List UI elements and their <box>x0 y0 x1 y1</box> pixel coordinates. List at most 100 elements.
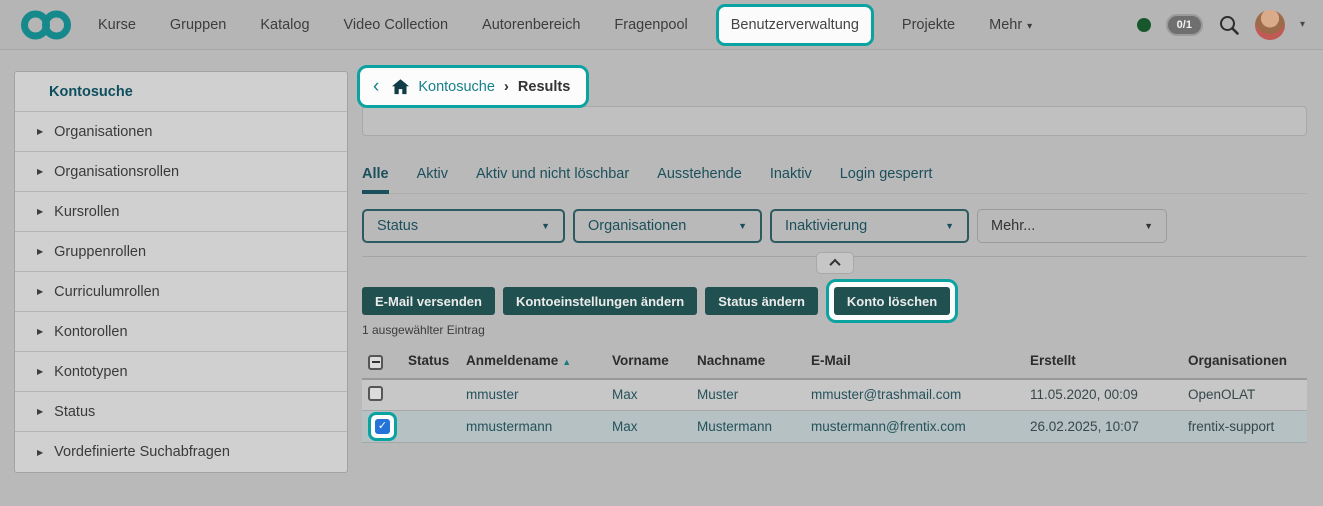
sidebar-item-kontotypen[interactable]: ▶Kontotypen <box>15 352 347 392</box>
chevron-right-icon: › <box>504 78 509 95</box>
cell-nachname: Mustermann <box>691 411 805 443</box>
cell-email[interactable]: mustermann@frentix.com <box>805 411 1024 443</box>
filter-bar: Status▼ Organisationen▼ Inaktivierung▼ M… <box>362 209 1307 243</box>
cell-nachname: Muster <box>691 379 805 411</box>
cell-anmeldename[interactable]: mmustermann <box>460 411 606 443</box>
chevron-down-icon: ▾ <box>1027 21 1032 32</box>
table-row-selected[interactable]: ✓ mmustermann Max Mustermann mustermann@… <box>362 411 1307 443</box>
nav-item-fragenpool[interactable]: Fragenpool <box>614 17 687 33</box>
sidebar-item-vordefinierte-suchabfragen[interactable]: ▶ Vordefinierte Suchabfragen <box>15 432 347 472</box>
filter-collapse-row <box>362 256 1307 277</box>
breadcrumb-link-kontosuche[interactable]: Kontosuche <box>418 79 495 95</box>
change-status-button[interactable]: Status ändern <box>705 287 818 315</box>
search-form-panel <box>362 106 1307 136</box>
search-icon[interactable] <box>1218 14 1240 36</box>
sidebar-item-label: Status <box>54 404 95 420</box>
row-checkbox[interactable] <box>368 386 383 401</box>
sidebar-item-organisationen[interactable]: ▶Organisationen <box>15 112 347 152</box>
caret-down-icon: ▼ <box>1144 221 1153 231</box>
main-panel: ‹ Kontosuche › Results Alle Aktiv Aktiv … <box>362 71 1307 443</box>
sidebar-item-organisationsrollen[interactable]: ▶ Organisationsrollen <box>15 152 347 192</box>
collapse-filters-button[interactable] <box>816 252 854 274</box>
filter-dropdown-organisationen[interactable]: Organisationen ▼ <box>573 209 762 243</box>
chat-counter-badge[interactable]: 0/1 <box>1166 14 1203 36</box>
chevron-right-icon: ▶ <box>37 207 43 216</box>
sidebar: Kontosuche ▶Organisationen ▶ Organisation… <box>14 71 348 473</box>
nav-item-video-collection[interactable]: Video Collection <box>344 17 449 33</box>
cell-erstellt: 26.02.2025, 10:07 <box>1024 411 1182 443</box>
sidebar-item-kontosuche[interactable]: Kontosuche <box>15 72 347 112</box>
column-header-vorname[interactable]: Vorname <box>606 345 691 379</box>
chevron-right-icon: ▶ <box>37 448 43 457</box>
home-icon[interactable] <box>392 79 409 95</box>
filter-dropdown-status[interactable]: Status▼ <box>362 209 565 243</box>
caret-down-icon: ▼ <box>738 221 747 231</box>
filter-dropdown-mehr[interactable]: Mehr...▼ <box>977 209 1167 243</box>
sidebar-item-kursrollen[interactable]: ▶ Kursrollen <box>15 192 347 232</box>
main-menu: Kurse Gruppen Katalog Video Collection A… <box>98 14 1032 36</box>
sidebar-item-label: Kontosuche <box>49 84 133 100</box>
cell-status <box>402 379 460 411</box>
chevron-right-icon: ▶ <box>37 327 43 336</box>
nav-item-benutzerverwaltung[interactable]: Benutzerverwaltung <box>716 4 874 46</box>
openolat-logo-icon[interactable] <box>20 9 72 41</box>
tab-alle[interactable]: Alle <box>362 166 389 194</box>
column-header-erstellt[interactable]: Erstellt <box>1024 345 1182 379</box>
column-header-anmeldename[interactable]: Anmeldename ▲ <box>460 345 606 379</box>
avatar[interactable] <box>1255 10 1285 40</box>
row-checkbox-checked[interactable]: ✓ <box>375 419 390 434</box>
delete-account-button[interactable]: Konto löschen <box>834 287 950 315</box>
nav-item-mehr[interactable]: Mehr▾ <box>989 17 1032 33</box>
indeterminate-mark <box>372 361 380 363</box>
user-table: Status Anmeldename ▲ Vorname Nachname E-M… <box>362 345 1307 443</box>
filter-dropdown-inaktivierung[interactable]: Inaktivierung▼ <box>770 209 969 243</box>
sidebar-item-label: Organisationsrollen <box>54 164 179 180</box>
breadcrumb: ‹ Kontosuche › Results <box>357 65 589 108</box>
tab-aktiv-und-nicht-loeschbar[interactable]: Aktiv und nicht löschbar <box>476 166 629 194</box>
column-header-status[interactable]: Status <box>402 345 460 379</box>
filter-label: Inaktivierung <box>785 218 867 234</box>
nav-item-katalog[interactable]: Katalog <box>260 17 309 33</box>
sidebar-item-curriculumrollen[interactable]: ▶Curriculumrollen <box>15 272 347 312</box>
table-header-row: Status Anmeldename ▲ Vorname Nachname E-M… <box>362 345 1307 379</box>
chevron-right-icon: ▶ <box>37 167 43 176</box>
nav-item-kurse[interactable]: Kurse <box>98 17 136 33</box>
column-header-email[interactable]: E-Mail <box>805 345 1024 379</box>
select-all-checkbox[interactable] <box>368 355 383 370</box>
tab-login-gesperrt[interactable]: Login gesperrt <box>840 166 933 194</box>
cell-erstellt: 11.05.2020, 00:09 <box>1024 379 1182 411</box>
cell-status <box>402 411 460 443</box>
table-row[interactable]: mmuster Max Muster mmuster@trashmail.com… <box>362 379 1307 411</box>
sidebar-item-status[interactable]: ▶ Status <box>15 392 347 432</box>
send-email-button[interactable]: E-Mail versenden <box>362 287 495 315</box>
nav-item-autorenbereich[interactable]: Autorenbereich <box>482 17 580 33</box>
nav-item-projekte[interactable]: Projekte <box>902 17 955 33</box>
column-header-label: Anmeldename <box>466 353 558 368</box>
tab-aktiv[interactable]: Aktiv <box>417 166 448 194</box>
chevron-down-icon[interactable]: ▾ <box>1300 19 1305 30</box>
breadcrumb-current: Results <box>518 79 570 95</box>
change-account-settings-button[interactable]: Kontoeinstellungen ändern <box>503 287 697 315</box>
cell-anmeldename[interactable]: mmuster <box>460 379 606 411</box>
sidebar-item-kontorollen[interactable]: ▶Kontorollen <box>15 312 347 352</box>
chevron-right-icon: ▶ <box>37 247 43 256</box>
filter-label: Status <box>377 218 418 234</box>
sort-asc-icon: ▲ <box>562 357 571 367</box>
nav-utilities: 0/1 ▾ <box>1137 10 1305 40</box>
filter-label: Organisationen <box>588 218 686 234</box>
nav-item-gruppen[interactable]: Gruppen <box>170 17 226 33</box>
cell-email[interactable]: mmuster@trashmail.com <box>805 379 1024 411</box>
selection-count-label: 1 ausgewählter Eintrag <box>362 323 1307 337</box>
sidebar-item-label: Vordefinierte Suchabfragen <box>54 444 230 460</box>
tab-inaktiv[interactable]: Inaktiv <box>770 166 812 194</box>
column-header-organisationen[interactable]: Organisationen <box>1182 345 1307 379</box>
sidebar-item-label: Kursrollen <box>54 204 119 220</box>
column-header-nachname[interactable]: Nachname <box>691 345 805 379</box>
tab-ausstehende[interactable]: Ausstehende <box>657 166 742 194</box>
row-checkbox-cell <box>362 379 402 411</box>
sidebar-item-gruppenrollen[interactable]: ▶Gruppenrollen <box>15 232 347 272</box>
cell-vorname: Max <box>606 411 691 443</box>
chevron-right-icon: ▶ <box>37 407 43 416</box>
back-chevron-icon[interactable]: ‹ <box>373 77 379 96</box>
chevron-right-icon: ▶ <box>37 127 43 136</box>
